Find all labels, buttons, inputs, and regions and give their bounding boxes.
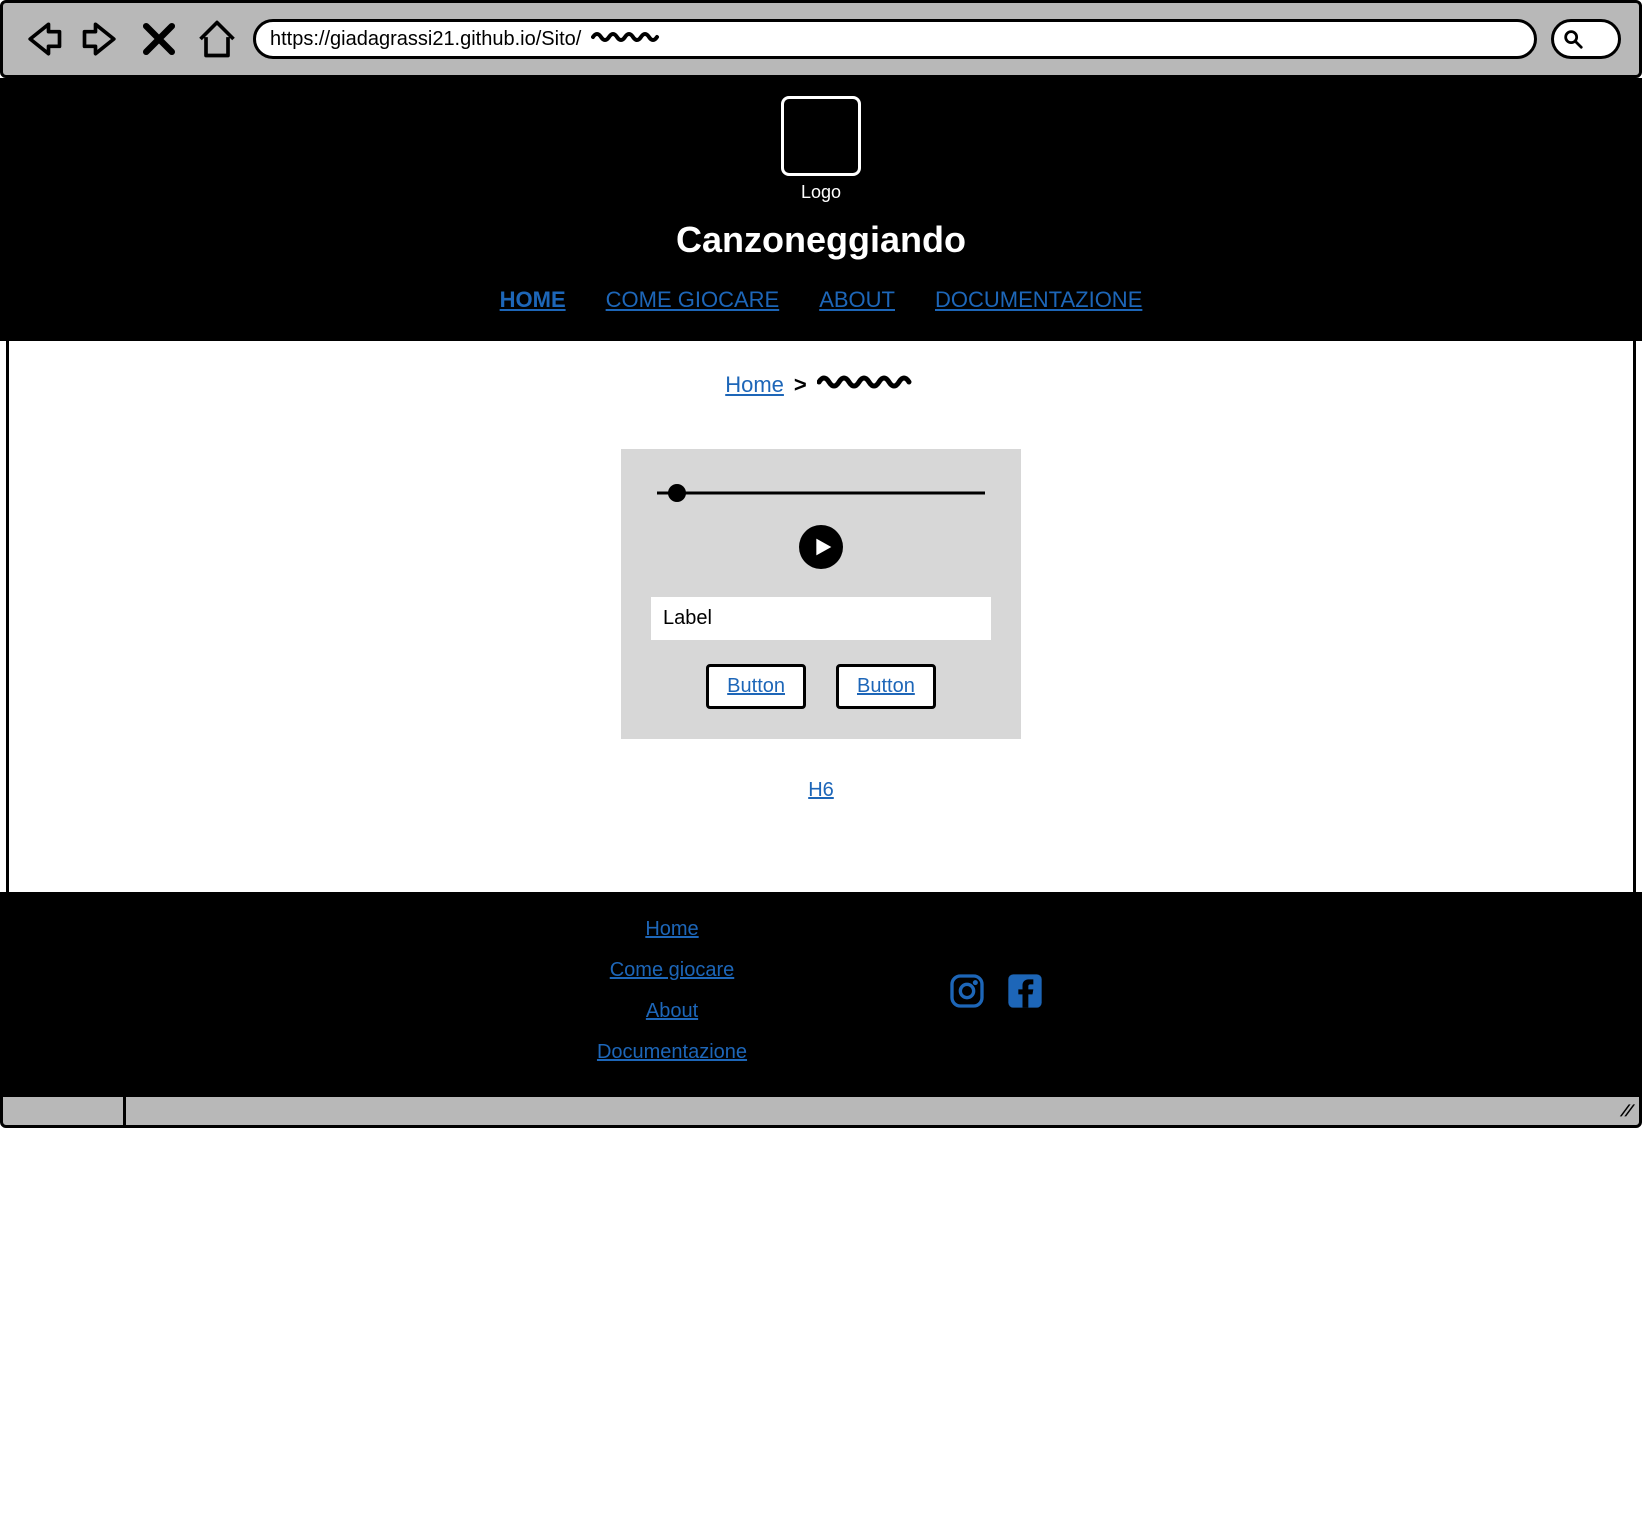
site-title: Canzoneggiando [0, 219, 1642, 261]
input-placeholder: Label [663, 607, 712, 629]
browser-toolbar: https://giadagrassi21.github.io/Sito/ [0, 0, 1642, 78]
social-icons [947, 971, 1045, 1011]
logo-label: Logo [0, 182, 1642, 203]
page-body: Home > Label Button Button H6 [6, 341, 1636, 892]
progress-slider[interactable] [657, 483, 985, 503]
site-header: Logo Canzoneggiando HOME COME GIOCARE AB… [0, 78, 1642, 341]
browser-statusbar: // [0, 1094, 1642, 1128]
nav-about[interactable]: ABOUT [819, 287, 895, 313]
button-row: Button Button [651, 664, 991, 709]
h6-link[interactable]: H6 [808, 779, 834, 801]
back-icon[interactable] [21, 17, 65, 61]
slider-thumb[interactable] [668, 484, 686, 502]
breadcrumb-home[interactable]: Home [725, 372, 784, 398]
logo-placeholder [781, 96, 861, 176]
url-extra-squiggle [591, 28, 661, 51]
resize-grip-icon[interactable]: // [1619, 1103, 1634, 1121]
instagram-icon[interactable] [947, 971, 987, 1011]
button-2[interactable]: Button [836, 664, 936, 709]
facebook-icon[interactable] [1005, 971, 1045, 1011]
nav-documentazione[interactable]: DOCUMENTAZIONE [935, 287, 1142, 313]
play-button[interactable] [799, 525, 843, 569]
chevron-right-icon: > [794, 372, 807, 398]
slider-track [657, 492, 985, 495]
breadcrumb-current [817, 371, 917, 399]
nav-home[interactable]: HOME [500, 287, 566, 313]
search-icon [1562, 28, 1584, 50]
url-text: https://giadagrassi21.github.io/Sito/ [270, 28, 581, 51]
url-bar[interactable]: https://giadagrassi21.github.io/Sito/ [253, 19, 1537, 59]
breadcrumb: Home > [725, 371, 917, 399]
forward-icon[interactable] [79, 17, 123, 61]
player-card: Label Button Button [621, 449, 1021, 739]
play-icon [813, 537, 833, 557]
footer-come-giocare[interactable]: Come giocare [610, 959, 735, 982]
stop-icon[interactable] [137, 17, 181, 61]
footer-links: Home Come giocare About Documentazione [597, 918, 747, 1064]
answer-input[interactable]: Label [651, 597, 991, 640]
nav-come-giocare[interactable]: COME GIOCARE [606, 287, 780, 313]
site-footer: Home Come giocare About Documentazione [0, 892, 1642, 1094]
button-1[interactable]: Button [706, 664, 806, 709]
footer-home[interactable]: Home [645, 918, 698, 941]
main-nav: HOME COME GIOCARE ABOUT DOCUMENTAZIONE [0, 287, 1642, 313]
footer-documentazione[interactable]: Documentazione [597, 1041, 747, 1064]
search-button[interactable] [1551, 19, 1621, 59]
footer-about[interactable]: About [646, 1000, 698, 1023]
home-icon[interactable] [195, 17, 239, 61]
